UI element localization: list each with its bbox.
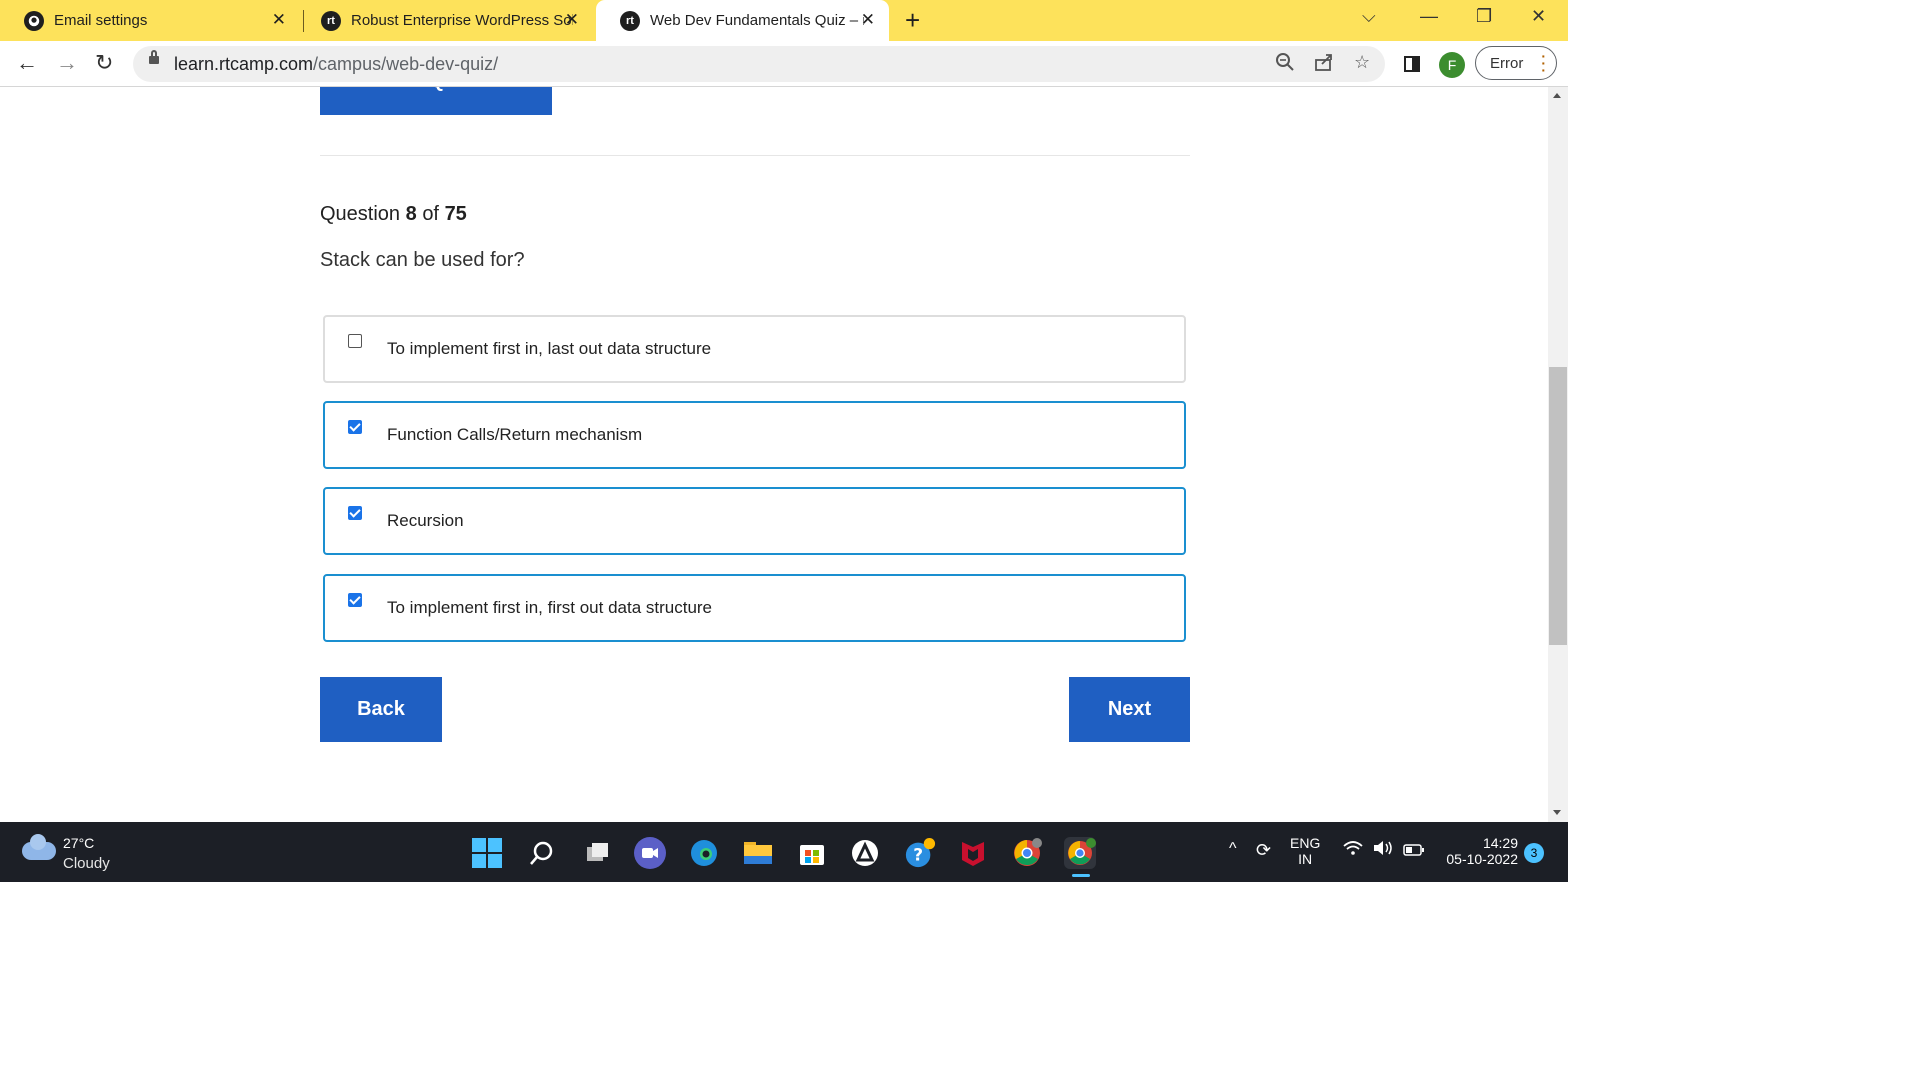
answer-option[interactable]: To implement first in, first out data st…: [323, 574, 1186, 642]
answer-label: Recursion: [387, 511, 464, 530]
microsoft-store-icon[interactable]: [796, 837, 828, 869]
windows-taskbar: 27°C Cloudy ? ^ ⟳ ENG IN 14:29 05-10-202…: [0, 822, 1568, 882]
github-icon: [24, 10, 44, 31]
url-path: /campus/web-dev-quiz/: [313, 54, 499, 74]
active-app-indicator: [1072, 874, 1090, 877]
page-viewport: Review Question Question 8 of 75 Stack c…: [0, 87, 1548, 822]
answer-label: To implement first in, last out data str…: [387, 339, 712, 358]
back-button[interactable]: Back: [320, 677, 442, 742]
clock[interactable]: 14:29 05-10-2022: [1440, 835, 1518, 867]
url-host: learn.rtcamp.com: [174, 54, 314, 74]
clock-time: 14:29: [1482, 835, 1518, 851]
scroll-up-arrow-icon[interactable]: [1553, 93, 1561, 98]
close-icon[interactable]: ✕: [861, 11, 875, 28]
task-view-icon[interactable]: [581, 837, 613, 869]
answer-option[interactable]: Recursion: [323, 487, 1186, 555]
tab-title: Web Dev Fundamentals Quiz – rt: [650, 12, 864, 29]
restore-icon[interactable]: ❐: [1476, 6, 1492, 27]
battery-icon[interactable]: [1403, 843, 1425, 859]
chrome-profile-icon[interactable]: [1064, 837, 1096, 869]
question-total: 75: [444, 203, 467, 225]
chat-icon[interactable]: [634, 837, 666, 869]
answer-checkbox[interactable]: [348, 506, 362, 520]
answer-label: To implement first in, first out data st…: [387, 598, 713, 617]
question-text: Stack can be used for?: [320, 249, 525, 271]
section-divider: [320, 155, 1190, 156]
answer-option[interactable]: To implement first in, last out data str…: [323, 315, 1186, 383]
clock-date: 05-10-2022: [1446, 851, 1518, 867]
question-prefix: Question: [320, 203, 401, 225]
close-icon[interactable]: ✕: [565, 11, 579, 28]
bookmark-star-icon[interactable]: ☆: [1354, 52, 1370, 73]
answer-option[interactable]: Function Calls/Return mechanism: [323, 401, 1186, 469]
region-code: IN: [1298, 851, 1313, 867]
tab-robust-enterprise[interactable]: rt Robust Enterprise WordPress Sol ✕: [297, 0, 593, 41]
side-panel-icon[interactable]: [1404, 56, 1420, 72]
address-bar[interactable]: learn.rtcamp.com/campus/web-dev-quiz/ ☆: [133, 46, 1385, 82]
chrome-icon[interactable]: [1011, 837, 1043, 869]
zoom-icon[interactable]: [1275, 52, 1295, 77]
answer-checkbox[interactable]: [348, 420, 362, 434]
browser-tab-bar: Email settings ✕ rt Robust Enterprise Wo…: [0, 0, 1568, 41]
tab-title: Email settings: [54, 12, 148, 29]
answer-checkbox[interactable]: [348, 334, 362, 348]
question-of: of: [422, 203, 439, 225]
language-indicator[interactable]: ENG IN: [1290, 835, 1320, 867]
next-button[interactable]: Next: [1069, 677, 1190, 742]
help-icon[interactable]: ?: [904, 837, 936, 869]
tray-chevron-up-icon[interactable]: ^: [1229, 840, 1237, 858]
rtcamp-icon: rt: [321, 10, 341, 31]
scrollbar-thumb[interactable]: [1549, 367, 1567, 645]
menu-dots-icon: · · ·: [1541, 48, 1546, 78]
scroll-down-arrow-icon[interactable]: [1553, 810, 1561, 815]
sync-icon[interactable]: ⟳: [1256, 840, 1271, 861]
error-button[interactable]: Error · · ·: [1475, 46, 1557, 80]
wifi-icon[interactable]: [1343, 840, 1363, 859]
tab-search-icon[interactable]: ⌵: [1362, 6, 1376, 27]
close-icon[interactable]: ✕: [272, 11, 286, 28]
window-close-icon[interactable]: ✕: [1531, 6, 1546, 27]
url-text[interactable]: learn.rtcamp.com/campus/web-dev-quiz/: [174, 54, 498, 75]
volume-icon[interactable]: [1372, 840, 1394, 859]
rtcamp-icon: rt: [620, 10, 640, 31]
search-icon[interactable]: [526, 837, 558, 869]
lock-icon: [149, 50, 159, 64]
review-question-button[interactable]: Review Question: [320, 87, 552, 115]
answer-label: Function Calls/Return mechanism: [387, 425, 643, 444]
app-launcher-icon[interactable]: [849, 837, 881, 869]
file-explorer-icon[interactable]: [742, 837, 774, 869]
edge-browser-icon[interactable]: [688, 837, 720, 869]
answer-checkbox[interactable]: [348, 593, 362, 607]
minimize-icon[interactable]: —: [1420, 6, 1438, 27]
svg-text:?: ?: [913, 845, 923, 865]
tab-email-settings[interactable]: Email settings ✕: [0, 0, 300, 41]
tab-web-dev-quiz[interactable]: rt Web Dev Fundamentals Quiz – rt ✕: [596, 0, 889, 41]
question-current: 8: [405, 203, 417, 225]
profile-avatar[interactable]: F: [1439, 52, 1465, 78]
language-code: ENG: [1290, 835, 1321, 851]
cloud-icon[interactable]: [22, 834, 56, 860]
weather-description[interactable]: Cloudy: [63, 855, 110, 872]
weather-temperature[interactable]: 27°C: [63, 835, 94, 851]
browser-toolbar: ← → ↻ learn.rtcamp.com/campus/web-dev-qu…: [0, 41, 1568, 87]
notification-badge[interactable]: 3: [1524, 843, 1544, 863]
back-arrow-icon[interactable]: ←: [16, 51, 38, 75]
mcafee-icon[interactable]: [957, 837, 989, 869]
tab-title: Robust Enterprise WordPress Sol: [351, 12, 573, 29]
share-icon[interactable]: [1314, 52, 1334, 77]
windows-start-icon[interactable]: [472, 838, 502, 868]
error-label: Error: [1490, 54, 1524, 72]
new-tab-button[interactable]: +: [905, 7, 920, 33]
forward-arrow-icon[interactable]: →: [56, 51, 78, 75]
question-counter: Question 8 of 75: [320, 203, 467, 226]
reload-icon[interactable]: ↻: [95, 51, 113, 75]
